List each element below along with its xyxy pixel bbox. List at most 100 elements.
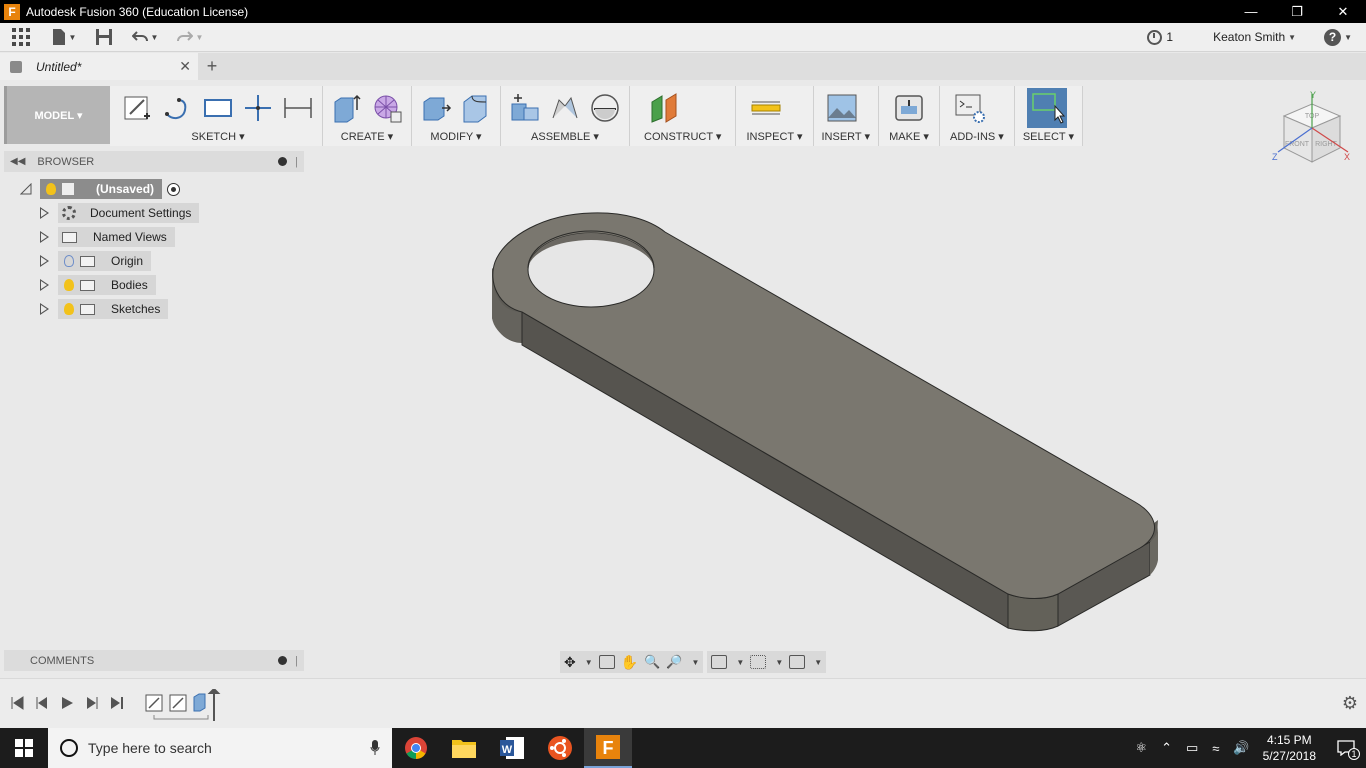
comments-header[interactable]: COMMENTS | bbox=[4, 650, 304, 671]
browser-minimize-icon[interactable] bbox=[278, 157, 288, 166]
rectangle-icon[interactable] bbox=[202, 92, 234, 124]
user-menu[interactable]: Keaton Smith ▼ bbox=[1213, 30, 1296, 44]
tree-item-origin[interactable]: Origin bbox=[4, 249, 304, 273]
add-comment-icon[interactable] bbox=[278, 656, 288, 665]
orbit-icon[interactable]: ✥ bbox=[564, 654, 576, 671]
root-collapse-icon[interactable] bbox=[20, 183, 32, 195]
minimize-button[interactable]: — bbox=[1228, 0, 1274, 23]
sketch-menu[interactable]: SKETCH ▾ bbox=[118, 130, 318, 146]
close-tab-icon[interactable]: ✕ bbox=[179, 58, 191, 75]
insert-menu[interactable]: INSERT ▾ bbox=[822, 130, 871, 146]
workspace-switcher[interactable]: MODEL ▾ bbox=[4, 86, 110, 144]
timeline-settings-gear-icon[interactable]: ⚙ bbox=[1342, 693, 1358, 714]
extrude-icon[interactable] bbox=[331, 92, 363, 124]
step-back-icon[interactable] bbox=[35, 696, 49, 710]
construct-menu[interactable]: CONSTRUCT ▾ bbox=[644, 130, 721, 146]
chrome-icon[interactable] bbox=[392, 728, 440, 768]
select-icon[interactable] bbox=[1026, 88, 1067, 128]
restore-button[interactable]: ❐ bbox=[1274, 0, 1320, 23]
taskbar-search[interactable]: Type here to search bbox=[48, 728, 392, 768]
step-forward-icon[interactable] bbox=[85, 696, 99, 710]
addins-menu[interactable]: ADD-INS ▾ bbox=[950, 130, 1004, 146]
visibility-bulb-icon[interactable] bbox=[46, 183, 56, 195]
go-to-end-icon[interactable] bbox=[110, 696, 124, 710]
fit-icon[interactable]: 🔎 bbox=[666, 654, 682, 670]
model-body[interactable] bbox=[492, 212, 1158, 632]
create-sketch-icon[interactable] bbox=[122, 92, 154, 124]
job-status-button[interactable]: 1 bbox=[1147, 29, 1173, 45]
pan-hand-icon[interactable]: ✋ bbox=[621, 654, 638, 671]
look-at-icon[interactable] bbox=[598, 655, 615, 669]
offset-plane-icon[interactable] bbox=[648, 92, 680, 124]
document-tab[interactable]: Untitled* ✕ bbox=[0, 53, 198, 80]
save-icon[interactable] bbox=[86, 23, 122, 52]
canvas-image-icon[interactable] bbox=[826, 92, 858, 124]
point-icon[interactable] bbox=[242, 92, 274, 124]
title-bar: F Autodesk Fusion 360 (Education License… bbox=[0, 0, 1366, 23]
measure-icon[interactable] bbox=[750, 92, 782, 124]
grid-settings-icon[interactable] bbox=[750, 655, 767, 669]
collapse-browser-icon[interactable]: ◀◀ bbox=[10, 156, 25, 167]
arc-icon[interactable] bbox=[162, 92, 194, 124]
browser-header[interactable]: ◀◀ BROWSER | bbox=[4, 151, 304, 172]
dimension-icon[interactable] bbox=[282, 92, 314, 124]
zoom-icon[interactable]: 🔍 bbox=[644, 654, 660, 670]
ubuntu-icon[interactable] bbox=[536, 728, 584, 768]
taskbar-clock[interactable]: 4:15 PM 5/27/2018 bbox=[1263, 732, 1316, 764]
tree-item-sketches[interactable]: Sketches bbox=[4, 297, 304, 321]
3d-print-icon[interactable] bbox=[893, 92, 925, 124]
microphone-icon[interactable] bbox=[370, 740, 380, 756]
visibility-bulb-icon[interactable] bbox=[64, 255, 74, 267]
expand-icon[interactable] bbox=[40, 231, 49, 243]
expand-icon[interactable] bbox=[40, 303, 49, 315]
fusion-360-taskbar-icon[interactable]: F bbox=[584, 728, 632, 768]
show-hidden-icons-chevron-icon[interactable]: ⌃ bbox=[1161, 740, 1172, 756]
close-window-button[interactable]: ✕ bbox=[1320, 0, 1366, 23]
display-settings-icon[interactable] bbox=[711, 655, 728, 669]
assemble-menu[interactable]: ASSEMBLE ▾ bbox=[505, 130, 625, 146]
tree-item-bodies[interactable]: Bodies bbox=[4, 273, 304, 297]
battery-icon[interactable]: ▭ bbox=[1186, 740, 1198, 756]
joint-icon[interactable] bbox=[549, 92, 581, 124]
visibility-bulb-icon[interactable] bbox=[64, 303, 74, 315]
canvas-viewport[interactable] bbox=[305, 146, 1366, 676]
new-tab-plus-icon[interactable]: + bbox=[198, 53, 226, 80]
fillet-icon[interactable] bbox=[460, 92, 492, 124]
redo-icon[interactable]: ▼ bbox=[168, 23, 212, 52]
viewports-icon[interactable] bbox=[789, 655, 806, 669]
people-icon[interactable]: ⚛ bbox=[1135, 740, 1147, 756]
expand-icon[interactable] bbox=[40, 207, 49, 219]
modify-menu[interactable]: MODIFY ▾ bbox=[416, 130, 496, 146]
file-menu-button[interactable]: ▼ bbox=[42, 23, 86, 52]
expand-icon[interactable] bbox=[40, 255, 49, 267]
help-menu[interactable]: ? ▼ bbox=[1324, 28, 1352, 46]
tree-root[interactable]: (Unsaved) bbox=[4, 177, 304, 201]
form-icon[interactable] bbox=[371, 92, 403, 124]
tree-item-named-views[interactable]: Named Views bbox=[4, 225, 304, 249]
new-component-icon[interactable] bbox=[509, 92, 541, 124]
make-menu[interactable]: MAKE ▾ bbox=[889, 130, 929, 146]
comments-pin-icon[interactable]: | bbox=[295, 655, 298, 667]
word-icon[interactable]: W bbox=[488, 728, 536, 768]
wifi-icon[interactable]: ≈ bbox=[1212, 741, 1219, 756]
scripts-addins-icon[interactable] bbox=[954, 92, 986, 124]
visibility-bulb-icon[interactable] bbox=[64, 279, 74, 291]
start-button[interactable] bbox=[0, 728, 48, 768]
action-center-icon[interactable]: 1 bbox=[1326, 728, 1366, 768]
expand-icon[interactable] bbox=[40, 279, 49, 291]
activate-component-icon[interactable] bbox=[167, 182, 180, 196]
data-panel-grid-icon[interactable] bbox=[0, 23, 42, 52]
play-icon[interactable] bbox=[60, 696, 74, 710]
inspect-menu[interactable]: INSPECT ▾ bbox=[746, 130, 802, 146]
press-pull-icon[interactable] bbox=[420, 92, 452, 124]
go-to-start-icon[interactable] bbox=[10, 696, 24, 710]
file-explorer-icon[interactable] bbox=[440, 728, 488, 768]
tree-item-document-settings[interactable]: Document Settings bbox=[4, 201, 304, 225]
motion-link-icon[interactable] bbox=[589, 92, 621, 124]
undo-icon[interactable]: ▼ bbox=[122, 23, 168, 52]
timeline-features[interactable] bbox=[144, 689, 224, 723]
create-menu[interactable]: CREATE ▾ bbox=[327, 130, 407, 146]
browser-pin-icon[interactable]: | bbox=[295, 156, 298, 168]
select-menu[interactable]: SELECT ▾ bbox=[1023, 130, 1074, 146]
volume-icon[interactable]: 🔊 bbox=[1233, 740, 1249, 756]
